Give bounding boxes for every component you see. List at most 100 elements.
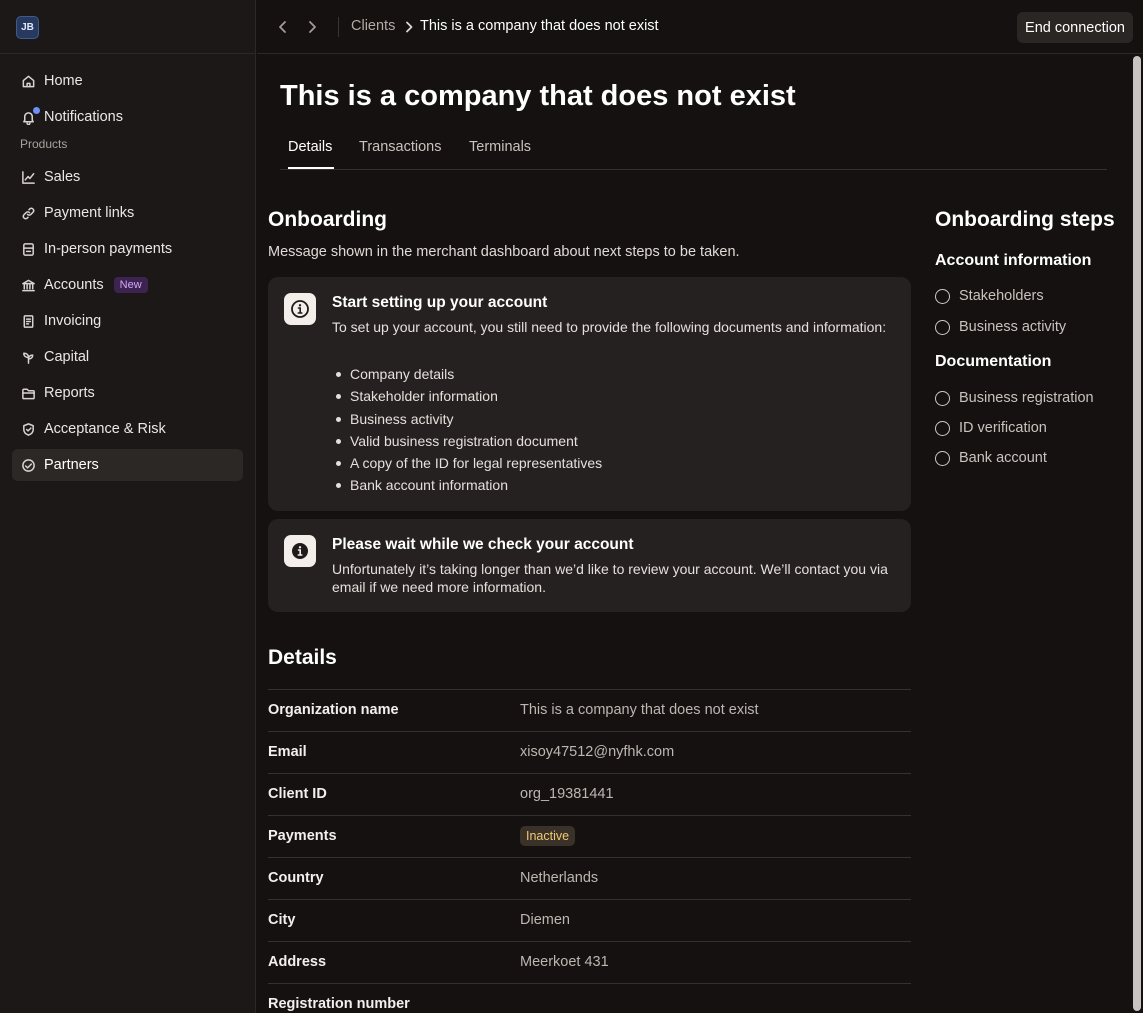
breadcrumb-clients[interactable]: Clients bbox=[351, 18, 395, 34]
sidebar-item-label: Partners bbox=[44, 457, 99, 473]
list-item: Valid business registration document bbox=[332, 430, 602, 452]
forward-chevron-icon[interactable] bbox=[304, 18, 320, 36]
sidebar-item-label: Reports bbox=[44, 385, 95, 401]
status-badge: Inactive bbox=[520, 826, 576, 846]
sidebar-item-label: Accounts bbox=[44, 277, 104, 293]
table-row: Address Meerkoet 431 bbox=[268, 941, 911, 983]
onboarding-heading: Onboarding bbox=[268, 208, 387, 231]
sidebar: JB Home Notifications Products Sales Pay… bbox=[0, 0, 256, 1013]
step-business-activity: Business activity bbox=[935, 317, 1066, 337]
step-label: Bank account bbox=[959, 450, 1047, 466]
invoice-icon bbox=[20, 313, 36, 329]
back-chevron-icon[interactable] bbox=[275, 18, 291, 36]
requirements-list: Company details Stakeholder information … bbox=[332, 363, 602, 497]
steps-group-title: Documentation bbox=[935, 353, 1052, 370]
step-label: Stakeholders bbox=[959, 288, 1044, 304]
sidebar-item-label: In-person payments bbox=[44, 241, 173, 257]
sidebar-item-label: Home bbox=[44, 73, 83, 89]
step-business-registration: Business registration bbox=[935, 388, 1094, 408]
card-text: To set up your account, you still need t… bbox=[332, 319, 887, 335]
end-connection-button[interactable]: End connection bbox=[1017, 12, 1133, 43]
home-icon bbox=[20, 73, 36, 89]
row-label: Registration number bbox=[268, 996, 410, 1012]
sidebar-item-label: Payment links bbox=[44, 205, 135, 221]
new-badge: New bbox=[113, 277, 148, 293]
sidebar-section-products: Products bbox=[20, 137, 68, 151]
table-row: City Diemen bbox=[268, 899, 911, 941]
sidebar-item-label: Sales bbox=[44, 169, 81, 185]
empty-circle-icon bbox=[935, 390, 950, 406]
row-value: org_19381441 bbox=[520, 786, 614, 802]
chevron-right-icon bbox=[403, 19, 415, 35]
tab-details[interactable]: Details bbox=[288, 139, 332, 155]
folder-icon bbox=[20, 385, 36, 401]
info-filled-icon bbox=[284, 535, 316, 567]
step-stakeholders: Stakeholders bbox=[935, 286, 1044, 306]
sidebar-item-invoicing[interactable]: Invoicing bbox=[12, 305, 243, 337]
row-label: City bbox=[268, 912, 296, 928]
onboarding-subtitle: Message shown in the merchant dashboard … bbox=[268, 244, 740, 260]
sidebar-item-label: Invoicing bbox=[44, 313, 102, 329]
tab-bar: Details Transactions Terminals bbox=[280, 129, 1107, 170]
setup-account-card: Start setting up your account To set up … bbox=[268, 277, 911, 511]
sidebar-item-label: Acceptance & Risk bbox=[44, 421, 166, 437]
step-label: ID verification bbox=[959, 420, 1047, 436]
row-label: Organization name bbox=[268, 702, 399, 718]
sidebar-item-sales[interactable]: Sales bbox=[12, 161, 243, 193]
card-title: Please wait while we check your account bbox=[332, 536, 634, 553]
row-value: Netherlands bbox=[520, 870, 599, 886]
tab-transactions[interactable]: Transactions bbox=[359, 139, 441, 155]
table-row: Email xisoy47512@nyfhk.com bbox=[268, 731, 911, 773]
list-item: Stakeholder information bbox=[332, 385, 602, 407]
empty-circle-icon bbox=[935, 319, 950, 335]
list-item: A copy of the ID for legal representativ… bbox=[332, 452, 602, 474]
row-label: Payments bbox=[268, 828, 337, 844]
scrollbar[interactable] bbox=[1131, 54, 1143, 1013]
details-heading: Details bbox=[268, 646, 337, 669]
handshake-icon bbox=[20, 457, 36, 473]
bank-icon bbox=[20, 277, 36, 293]
steps-group-title: Account information bbox=[935, 252, 1092, 269]
sidebar-item-partners[interactable]: Partners bbox=[12, 449, 243, 481]
sidebar-item-capital[interactable]: Capital bbox=[12, 341, 243, 373]
sidebar-item-payment-links[interactable]: Payment links bbox=[12, 197, 243, 229]
notification-dot bbox=[33, 107, 40, 114]
divider bbox=[338, 17, 339, 37]
topbar: Clients This is a company that does not … bbox=[257, 0, 1143, 54]
step-id-verification: ID verification bbox=[935, 418, 1047, 438]
chart-line-icon bbox=[20, 169, 36, 185]
sidebar-nav: Home Notifications Products Sales Paymen… bbox=[12, 65, 243, 485]
empty-circle-icon bbox=[935, 288, 950, 304]
tab-terminals[interactable]: Terminals bbox=[469, 139, 531, 155]
card-text: Unfortunately it’s taking longer than we… bbox=[332, 561, 888, 595]
sidebar-item-reports[interactable]: Reports bbox=[12, 377, 243, 409]
link-icon bbox=[20, 205, 36, 221]
list-item: Bank account information bbox=[332, 474, 602, 496]
sprout-icon bbox=[20, 349, 36, 365]
shield-icon bbox=[20, 421, 36, 437]
sidebar-item-home[interactable]: Home bbox=[12, 65, 243, 97]
sidebar-item-acceptance-risk[interactable]: Acceptance & Risk bbox=[12, 413, 243, 445]
row-label: Address bbox=[268, 954, 327, 970]
step-label: Business registration bbox=[959, 390, 1094, 406]
sidebar-item-in-person-payments[interactable]: In-person payments bbox=[12, 233, 243, 265]
list-item: Company details bbox=[332, 363, 602, 385]
table-row: Organization name This is a company that… bbox=[268, 689, 911, 731]
page-title: This is a company that does not exist bbox=[280, 80, 796, 112]
table-row: Payments Inactive bbox=[268, 815, 911, 857]
sidebar-item-accounts[interactable]: Accounts New bbox=[12, 269, 243, 301]
active-tab-indicator bbox=[288, 167, 334, 169]
list-item: Business activity bbox=[332, 408, 602, 430]
table-row: Registration number bbox=[268, 983, 911, 1013]
terminal-icon bbox=[20, 241, 36, 257]
scrollbar-thumb[interactable] bbox=[1133, 56, 1141, 1011]
row-label: Client ID bbox=[268, 786, 327, 802]
row-value: Meerkoet 431 bbox=[520, 954, 609, 970]
card-title: Start setting up your account bbox=[332, 294, 548, 311]
sidebar-item-notifications[interactable]: Notifications bbox=[12, 101, 243, 133]
table-row: Country Netherlands bbox=[268, 857, 911, 899]
sidebar-header: JB bbox=[0, 0, 255, 54]
onboarding-steps-heading: Onboarding steps bbox=[935, 208, 1115, 231]
avatar[interactable]: JB bbox=[16, 16, 39, 39]
row-label: Country bbox=[268, 870, 324, 886]
